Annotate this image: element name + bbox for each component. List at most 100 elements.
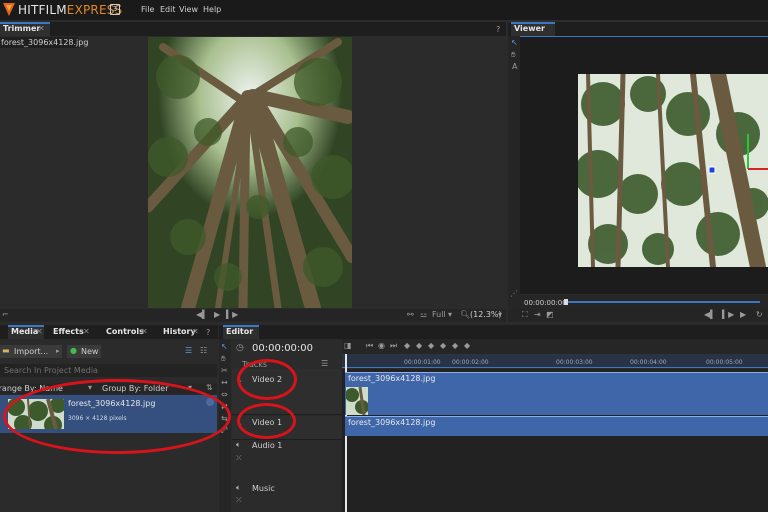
- select-tool-icon[interactable]: ↖: [511, 38, 518, 48]
- roll-tool-icon[interactable]: ⇔: [221, 390, 228, 400]
- in-point-icon[interactable]: ◆: [452, 341, 458, 351]
- pan-tool-icon[interactable]: ✋︎: [511, 50, 516, 60]
- sort-order-icon[interactable]: ⇅: [206, 383, 213, 392]
- step-back-icon[interactable]: ◀▍: [196, 310, 208, 320]
- search-input[interactable]: Search In Project Media: [0, 364, 217, 377]
- tab-history-label: History: [163, 327, 196, 336]
- step-back-icon[interactable]: ◀▍: [704, 310, 716, 320]
- clip-video2[interactable]: forest_3096x4128.jpg: [345, 372, 768, 415]
- close-icon[interactable]: ✕: [83, 325, 90, 339]
- folder-icon: ▬: [2, 346, 10, 355]
- trimmer-controls: ⌐ ◀▍ ▶ ▍▶ ⚯ ⚍ Full ▾ 🔍︎ (12.3%) ▾: [0, 309, 506, 322]
- viewer-tabbar: Viewer: [508, 22, 768, 36]
- tab-trimmer-label: Trimmer: [3, 24, 41, 33]
- menu-file[interactable]: File: [141, 5, 154, 14]
- ruler-tick-label: 00:00:02:00: [452, 359, 489, 366]
- chevron-down-icon[interactable]: ▾: [498, 310, 502, 320]
- snapshot-icon[interactable]: ◩: [546, 310, 554, 320]
- quality-select[interactable]: Full: [432, 310, 446, 320]
- keyframe-prev-icon[interactable]: ◆: [404, 341, 410, 351]
- keyframe-next-icon[interactable]: ◆: [428, 341, 434, 351]
- tab-media-label: Media: [11, 327, 39, 336]
- razor-tool-icon[interactable]: ✂: [221, 366, 228, 376]
- prev-edit-icon[interactable]: ⏮︎: [366, 341, 373, 351]
- close-icon[interactable]: ✕: [38, 22, 45, 36]
- play-icon[interactable]: ▶: [740, 310, 746, 320]
- menu-edit[interactable]: Edit: [160, 5, 176, 14]
- speaker-icon[interactable]: 🔈︎: [236, 440, 241, 450]
- hitfilm-logo-icon: [3, 3, 15, 16]
- insert-icon[interactable]: ⚯: [407, 310, 414, 320]
- snapshot-icon[interactable]: ◨: [344, 341, 352, 351]
- viewer-timebar: ⋰ 00:00:00:00: [508, 289, 768, 309]
- loop-icon[interactable]: ↻: [756, 310, 763, 320]
- forest-photo-portrait: [148, 37, 352, 308]
- annotation-circle-video1: [237, 403, 296, 439]
- marker-icon[interactable]: ◆: [440, 341, 446, 351]
- select-tool-icon[interactable]: ↖: [221, 342, 228, 352]
- app-logo-text: HITFILMEXPRESS: [18, 3, 123, 17]
- tracks-menu-icon[interactable]: ☰: [321, 359, 328, 368]
- ripple-tool-icon[interactable]: ↔: [221, 378, 228, 388]
- viewer-scrubber[interactable]: [564, 301, 760, 303]
- editor-tabbar: Editor: [219, 325, 768, 339]
- step-forward-icon[interactable]: ▍▶: [226, 310, 238, 320]
- clip-video1[interactable]: forest_3096x4128.jpg: [345, 416, 768, 436]
- overlay-icon[interactable]: ⚍: [420, 310, 427, 320]
- mute-icon[interactable]: ⤫: [236, 496, 242, 505]
- hand-tool-icon[interactable]: ✋︎: [221, 354, 226, 364]
- menu-help[interactable]: Help: [203, 5, 221, 14]
- forest-photo-viewer: [578, 74, 768, 267]
- resize-handle-icon[interactable]: ⋰: [510, 289, 518, 299]
- ruler-tick-label: 00:00:01:00: [404, 359, 441, 366]
- import-button[interactable]: ▬ Import... ▸: [0, 345, 62, 358]
- tab-viewer[interactable]: Viewer: [511, 22, 555, 36]
- crop-icon[interactable]: ⛶: [522, 310, 528, 320]
- tab-editor-label: Editor: [226, 327, 254, 336]
- new-button[interactable]: ● New: [67, 345, 101, 358]
- tab-editor[interactable]: Editor: [223, 325, 259, 339]
- close-icon[interactable]: ✕: [141, 325, 148, 339]
- track-label-music: Music: [252, 484, 275, 493]
- tab-viewer-label: Viewer: [514, 24, 545, 33]
- out-point-icon[interactable]: ◆: [464, 341, 470, 351]
- record-icon[interactable]: ◉: [378, 341, 385, 351]
- close-icon[interactable]: ✕: [36, 325, 43, 339]
- list-view-icon[interactable]: ☰: [185, 346, 192, 355]
- import-label: Import...: [14, 347, 49, 356]
- play-icon[interactable]: ▶: [214, 310, 220, 320]
- logo-version-badge: 3: [110, 4, 120, 15]
- annotation-circle-media-item: [3, 379, 231, 454]
- new-label: New: [81, 347, 99, 356]
- app-title-bar: HITFILMEXPRESS 3 File Edit View Help: [0, 0, 768, 20]
- track-label-audio1: Audio 1: [252, 441, 283, 450]
- trimmer-image: [148, 37, 352, 308]
- zoom-level[interactable]: (12.3%): [470, 310, 502, 320]
- menu-view[interactable]: View: [179, 5, 198, 14]
- timeline-transport: ◨ ⏮︎ ◉ ⏭︎ ◆ ◆ ◆ ◆ ◆ ◆: [342, 339, 768, 354]
- help-icon[interactable]: ?: [496, 25, 500, 34]
- tab-controls-label: Controls: [106, 327, 144, 336]
- clip-name: forest_3096x4128.jpg: [348, 374, 436, 383]
- grid-view-icon[interactable]: ☷: [200, 346, 207, 355]
- clock-icon: ◷: [236, 343, 244, 353]
- editor-timecode[interactable]: 00:00:00:00: [252, 343, 313, 354]
- zoom-icon[interactable]: 🔍︎: [460, 310, 470, 320]
- speaker-icon[interactable]: 🔈︎: [236, 483, 241, 493]
- chevron-right-icon: ▸: [56, 347, 60, 355]
- close-icon[interactable]: ✕: [192, 325, 199, 339]
- text-tool-icon[interactable]: A: [512, 62, 517, 72]
- step-forward-icon[interactable]: ▍▶: [722, 310, 734, 320]
- scrubber-handle[interactable]: [564, 299, 568, 305]
- export-frame-icon[interactable]: ⇥: [534, 310, 541, 320]
- ruler-tick-label: 00:00:04:00: [630, 359, 667, 366]
- chevron-down-icon[interactable]: ▾: [448, 310, 452, 320]
- keyframe-icon[interactable]: ◆: [416, 341, 422, 351]
- mute-icon[interactable]: ⤫: [236, 454, 242, 463]
- viewer-image: [578, 74, 768, 267]
- mark-in-icon[interactable]: ⌐: [2, 310, 9, 320]
- ruler-tick-label: 00:00:05:00: [706, 359, 743, 366]
- help-icon[interactable]: ?: [206, 328, 210, 337]
- next-edit-icon[interactable]: ⏭︎: [390, 341, 397, 351]
- viewer-toolbar: ↖ ✋︎ A: [508, 36, 520, 301]
